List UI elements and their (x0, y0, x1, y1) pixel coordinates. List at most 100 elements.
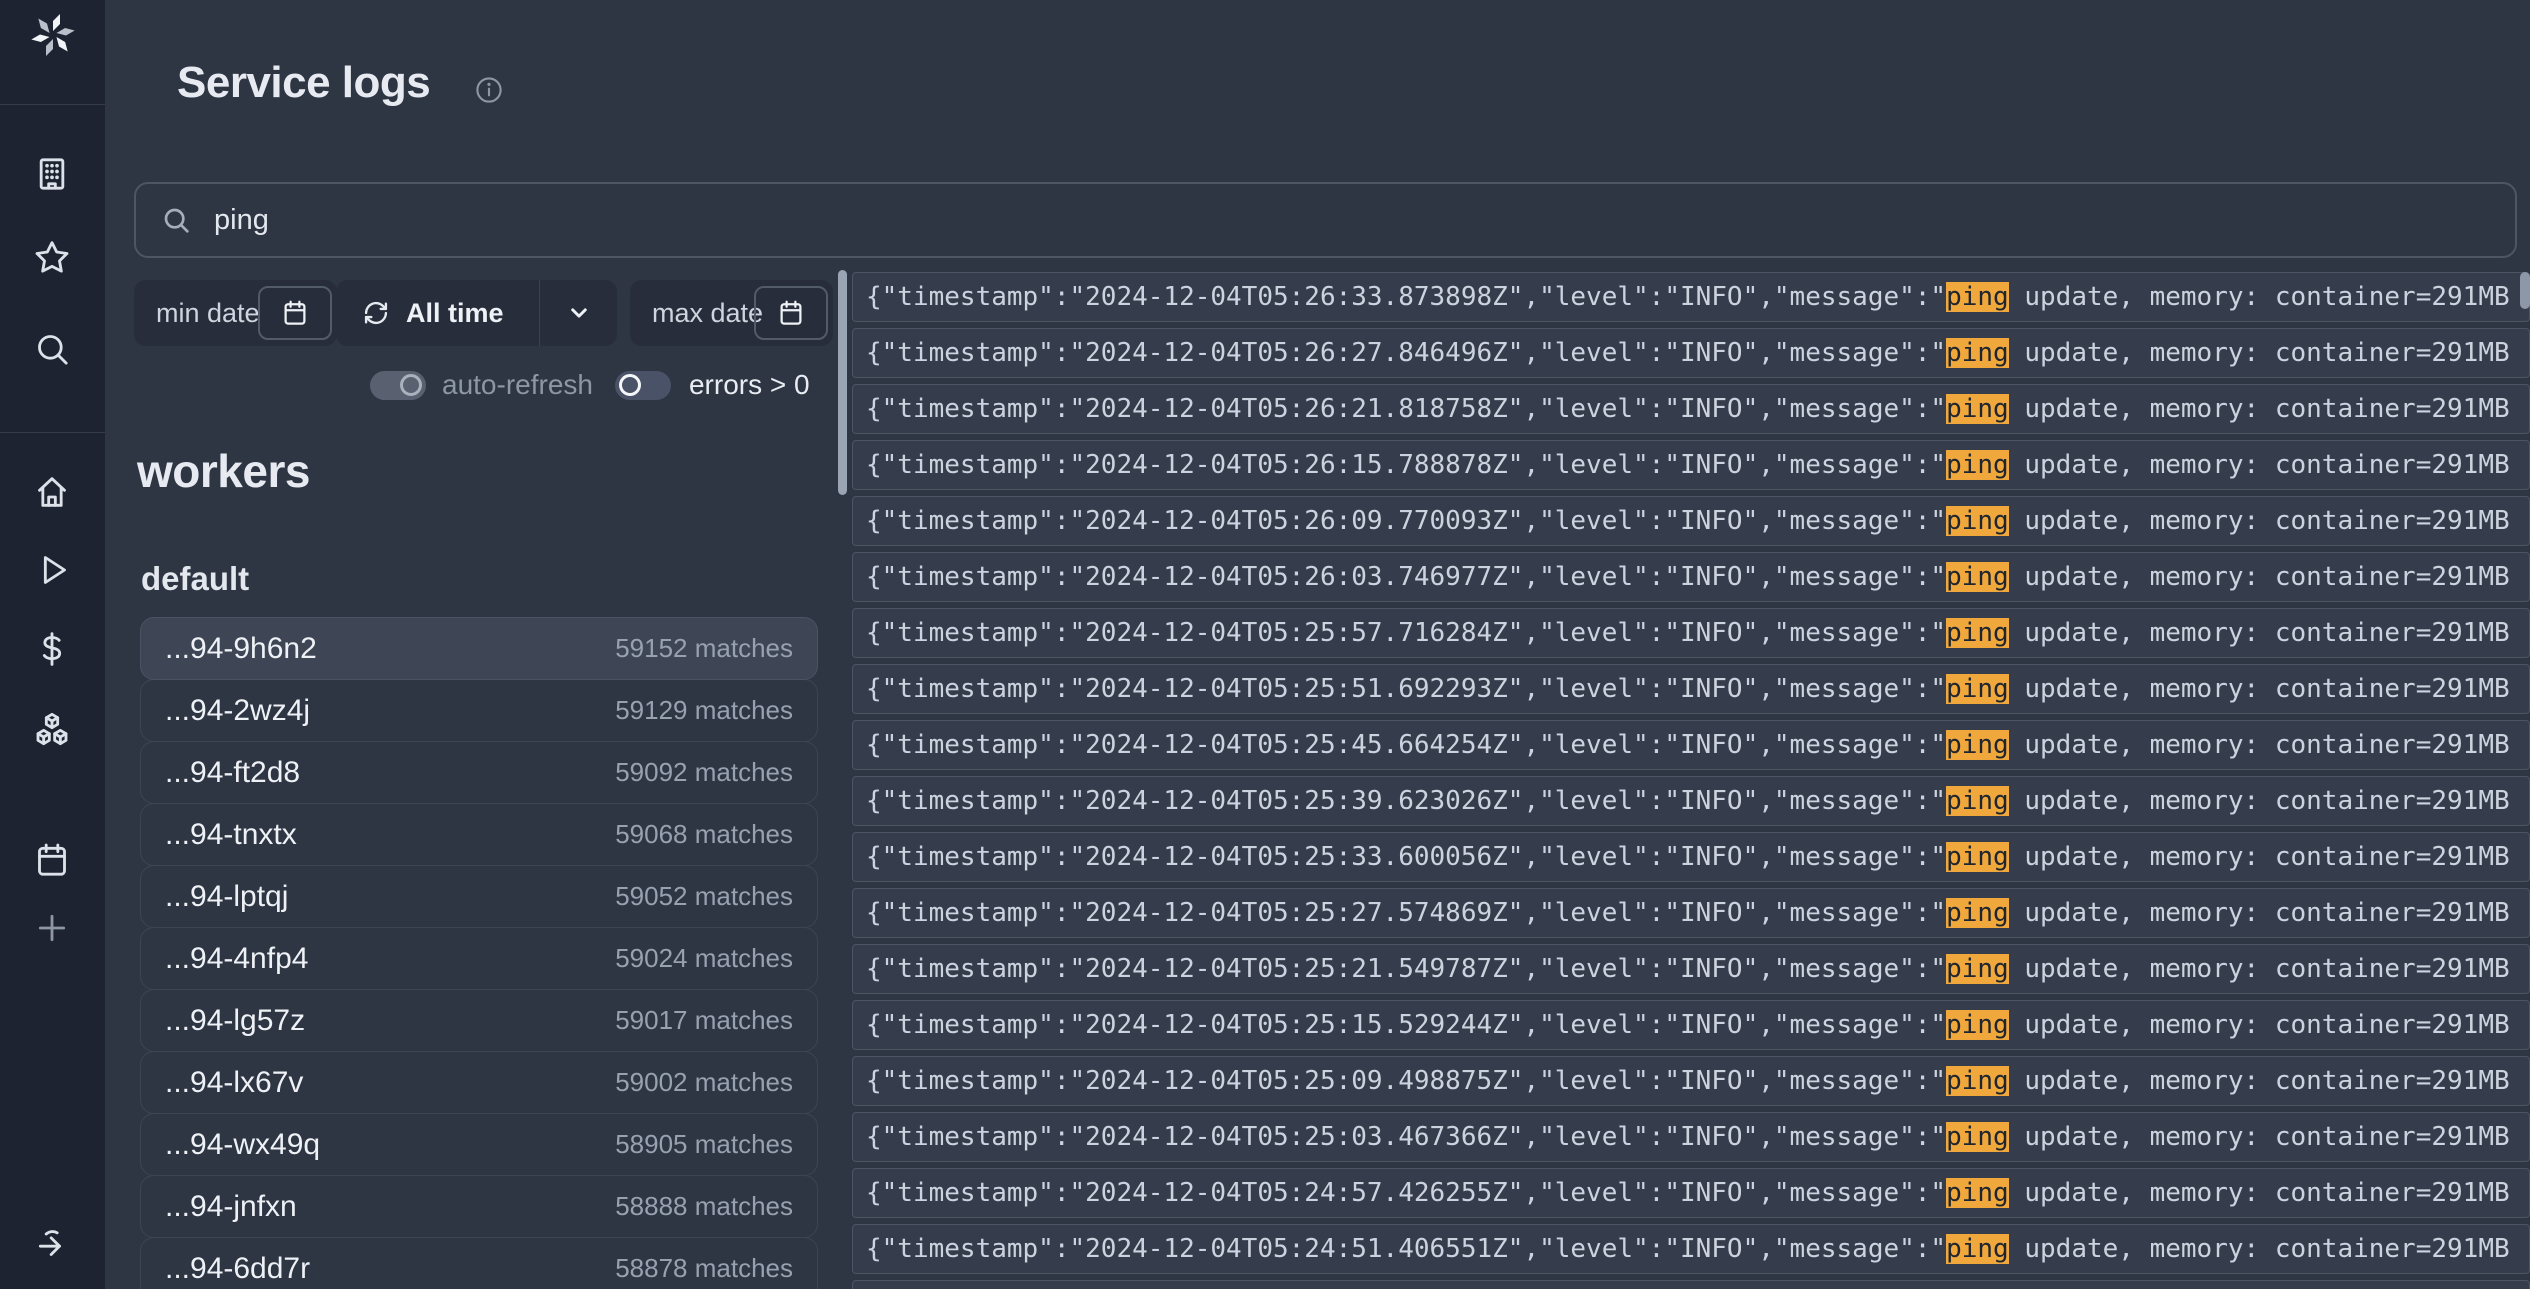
log-panel-scrollbar[interactable] (2520, 272, 2530, 309)
favorites-star-icon[interactable] (30, 236, 74, 280)
search-icon (160, 204, 192, 236)
search-match-highlight: ping (1946, 1178, 2009, 1208)
search-match-highlight: ping (1946, 338, 2009, 368)
search-match-highlight: ping (1946, 562, 2009, 592)
refresh-icon (362, 299, 390, 327)
search-icon[interactable] (30, 327, 74, 371)
log-row: {"timestamp":"2024-12-04T05:25:21.549787… (852, 944, 2530, 994)
search-match-highlight: ping (1946, 282, 2009, 312)
runs-play-icon[interactable] (30, 548, 74, 592)
workspace-building-icon[interactable] (30, 152, 74, 196)
workers-heading: workers (137, 444, 310, 498)
log-row: {"timestamp":"2024-12-04T05:26:33.873898… (852, 272, 2530, 322)
search-match-highlight: ping (1946, 954, 2009, 984)
log-text: {"timestamp":"2024-12-04T05:25:27.574869… (866, 898, 2510, 928)
worker-row[interactable]: ...94-wx49q 58905 matches (140, 1113, 818, 1176)
time-range-button[interactable]: All time (336, 280, 617, 346)
max-date-field[interactable]: max date (630, 280, 833, 346)
worker-name: ...94-lx67v (165, 1066, 303, 1100)
search-match-highlight: ping (1946, 1010, 2009, 1040)
collapse-sidebar-arrow-icon[interactable] (30, 1220, 74, 1264)
worker-group-heading: default (141, 560, 249, 598)
worker-match-count: 59068 matches (615, 819, 793, 850)
time-range-label: All time (406, 298, 504, 329)
log-row: {"timestamp":"2024-12-04T05:25:39.623026… (852, 776, 2530, 826)
search-match-highlight: ping (1946, 1234, 2009, 1264)
log-row: {"timestamp":"2024-12-04T05:25:27.574869… (852, 888, 2530, 938)
log-row: {"timestamp":"2024-12-04T05:25:15.529244… (852, 1000, 2530, 1050)
chevron-down-icon (564, 298, 594, 328)
search-input[interactable] (214, 204, 2491, 237)
errors-filter-toggle[interactable] (615, 371, 671, 400)
search-match-highlight: ping (1946, 674, 2009, 704)
page-title: Service logs (177, 58, 430, 108)
variables-dollar-icon[interactable] (30, 627, 74, 671)
log-text: {"timestamp":"2024-12-04T05:26:15.788878… (866, 450, 2510, 480)
search-match-highlight: ping (1946, 618, 2009, 648)
worker-name: ...94-2wz4j (165, 694, 310, 728)
resources-boxes-icon[interactable] (30, 707, 74, 751)
worker-list: ...94-9h6n2 59152 matches ...94-2wz4j 59… (140, 618, 818, 1289)
worker-row[interactable]: ...94-jnfxn 58888 matches (140, 1175, 818, 1238)
worker-row[interactable]: ...94-lptqj 59052 matches (140, 865, 818, 928)
log-row: {"timestamp":"2024-12-04T05:26:21.818758… (852, 384, 2530, 434)
worker-row[interactable]: ...94-ft2d8 59092 matches (140, 741, 818, 804)
max-date-placeholder: max date (652, 280, 764, 346)
search-match-highlight: ping (1946, 450, 2009, 480)
calendar-icon[interactable] (258, 286, 332, 340)
log-text: {"timestamp":"2024-12-04T05:26:21.818758… (866, 394, 2510, 424)
worker-row[interactable]: ...94-tnxtx 59068 matches (140, 803, 818, 866)
search-match-highlight: ping (1946, 786, 2009, 816)
log-text: {"timestamp":"2024-12-04T05:25:39.623026… (866, 786, 2510, 816)
worker-match-count: 58888 matches (615, 1191, 793, 1222)
time-range-main[interactable]: All time (336, 280, 540, 346)
info-icon[interactable] (473, 74, 505, 106)
auto-refresh-toggle[interactable] (370, 371, 426, 400)
worker-name: ...94-6dd7r (165, 1252, 310, 1286)
log-text: {"timestamp":"2024-12-04T05:24:57.426255… (866, 1178, 2510, 1208)
worker-match-count: 59002 matches (615, 1067, 793, 1098)
worker-row[interactable]: ...94-6dd7r 58878 matches (140, 1237, 818, 1289)
worker-row[interactable]: ...94-9h6n2 59152 matches (140, 617, 818, 680)
worker-match-count: 58878 matches (615, 1253, 793, 1284)
calendar-icon[interactable] (754, 286, 828, 340)
log-row (852, 1280, 2530, 1289)
windmill-logo-icon[interactable] (29, 11, 77, 59)
worker-name: ...94-lptqj (165, 880, 288, 914)
time-range-dropdown[interactable] (540, 280, 617, 346)
log-text: {"timestamp":"2024-12-04T05:24:51.406551… (866, 1234, 2510, 1264)
log-panel: {"timestamp":"2024-12-04T05:26:33.873898… (852, 272, 2530, 1289)
worker-match-count: 59052 matches (615, 881, 793, 912)
worker-list-scrollbar[interactable] (838, 270, 847, 495)
search-match-highlight: ping (1946, 1122, 2009, 1152)
worker-row[interactable]: ...94-4nfp4 59024 matches (140, 927, 818, 990)
log-row: {"timestamp":"2024-12-04T05:25:03.467366… (852, 1112, 2530, 1162)
toggle-knob (400, 374, 422, 396)
log-row: {"timestamp":"2024-12-04T05:25:51.692293… (852, 664, 2530, 714)
worker-row[interactable]: ...94-lg57z 59017 matches (140, 989, 818, 1052)
home-icon[interactable] (30, 470, 74, 514)
worker-match-count: 58905 matches (615, 1129, 793, 1160)
log-text: {"timestamp":"2024-12-04T05:25:21.549787… (866, 954, 2510, 984)
log-text: {"timestamp":"2024-12-04T05:26:27.846496… (866, 338, 2510, 368)
log-text: {"timestamp":"2024-12-04T05:25:15.529244… (866, 1010, 2510, 1040)
worker-name: ...94-wx49q (165, 1128, 320, 1162)
worker-row[interactable]: ...94-lx67v 59002 matches (140, 1051, 818, 1114)
log-text: {"timestamp":"2024-12-04T05:26:03.746977… (866, 562, 2510, 592)
worker-name: ...94-lg57z (165, 1004, 305, 1038)
log-row: {"timestamp":"2024-12-04T05:25:57.716284… (852, 608, 2530, 658)
errors-filter-label: errors > 0 (689, 369, 810, 401)
min-date-field[interactable]: min date (134, 280, 337, 346)
log-row: {"timestamp":"2024-12-04T05:24:57.426255… (852, 1168, 2530, 1218)
sidebar (0, 0, 105, 1289)
worker-match-count: 59024 matches (615, 943, 793, 974)
sidebar-divider (0, 432, 105, 433)
log-row: {"timestamp":"2024-12-04T05:26:09.770093… (852, 496, 2530, 546)
add-plus-icon[interactable] (30, 906, 74, 950)
worker-match-count: 59129 matches (615, 695, 793, 726)
log-text: {"timestamp":"2024-12-04T05:25:57.716284… (866, 618, 2510, 648)
worker-match-count: 59017 matches (615, 1005, 793, 1036)
log-text: {"timestamp":"2024-12-04T05:25:45.664254… (866, 730, 2510, 760)
worker-row[interactable]: ...94-2wz4j 59129 matches (140, 679, 818, 742)
schedules-calendar-icon[interactable] (30, 838, 74, 882)
